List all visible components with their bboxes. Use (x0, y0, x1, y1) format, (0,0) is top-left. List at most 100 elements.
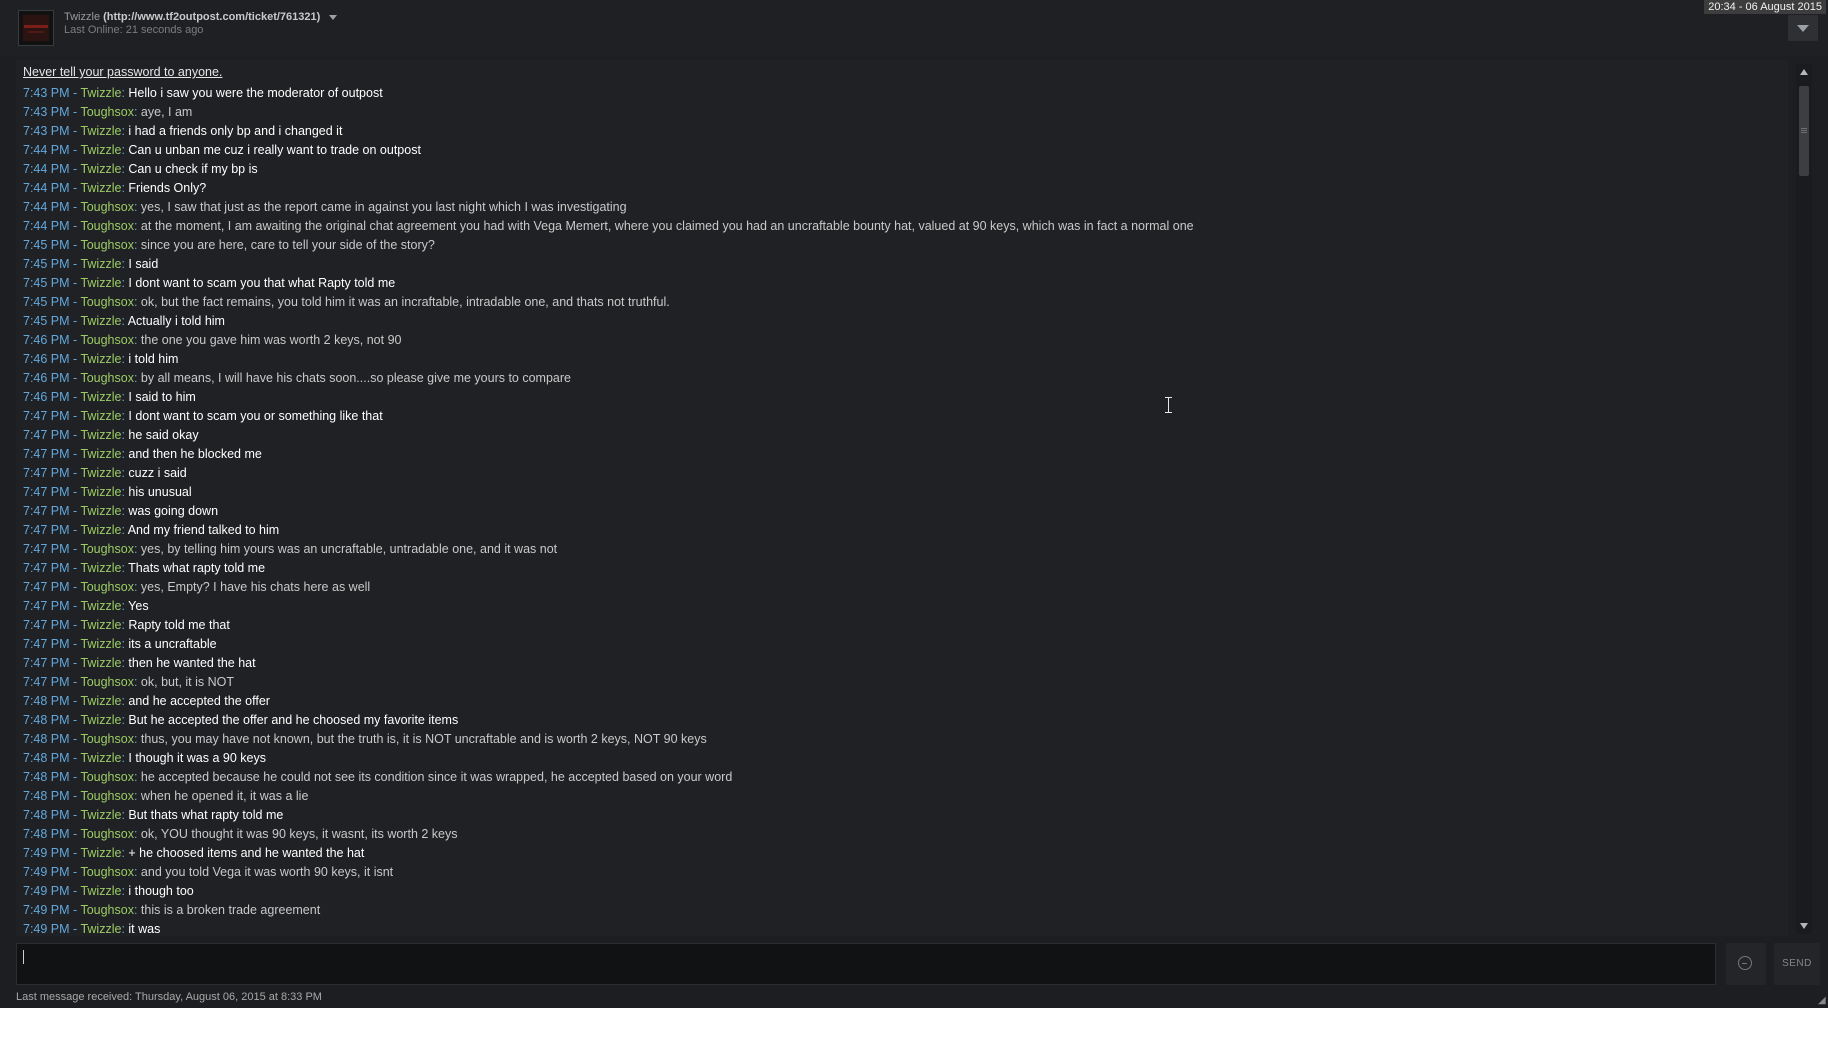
message-separator: - (69, 922, 81, 936)
chat-message: 7:48 PM - Twizzle: and he accepted the o… (23, 692, 1788, 711)
message-separator: - (69, 523, 81, 537)
chat-message: 7:45 PM - Twizzle: I said (23, 255, 1788, 274)
message-speaker: Toughsox (80, 770, 134, 784)
scroll-down-button[interactable] (1796, 918, 1812, 934)
chat-message: 7:47 PM - Twizzle: Yes (23, 597, 1788, 616)
chat-message: 7:48 PM - Twizzle: I though it was a 90 … (23, 749, 1788, 768)
message-separator: - (69, 675, 81, 689)
chat-message: 7:47 PM - Toughsox: ok, but, it is NOT (23, 673, 1788, 692)
message-time: 7:46 PM (23, 371, 70, 385)
chat-message: 7:46 PM - Toughsox: by all means, I will… (23, 369, 1788, 388)
message-speaker: Twizzle (80, 352, 122, 366)
message-separator: - (69, 884, 81, 898)
message-speaker: Toughsox (80, 865, 134, 879)
message-separator: - (69, 352, 81, 366)
message-separator: - (69, 181, 81, 195)
message-speaker: Twizzle (80, 618, 122, 632)
message-time: 7:47 PM (23, 428, 70, 442)
message-speaker: Toughsox (80, 333, 134, 347)
message-time: 7:48 PM (23, 827, 70, 841)
avatar[interactable] (18, 10, 54, 46)
message-separator: - (69, 903, 81, 917)
message-text: then he wanted the hat (128, 656, 256, 670)
message-time: 7:45 PM (23, 276, 70, 290)
message-colon: : (133, 371, 141, 385)
message-time: 7:45 PM (23, 314, 70, 328)
message-time: 7:46 PM (23, 333, 70, 347)
friend-url: (http://www.tf2outpost.com/ticket/761321… (103, 11, 321, 23)
chat-message: 7:48 PM - Twizzle: But thats what rapty … (23, 806, 1788, 825)
friend-name[interactable]: Twizzle (http://www.tf2outpost.com/ticke… (64, 11, 338, 23)
message-text: yes, Empty? I have his chats here as wel… (140, 580, 371, 594)
message-time: 7:47 PM (23, 637, 70, 651)
message-text: was going down (128, 504, 219, 518)
message-separator: - (69, 732, 81, 746)
scroll-up-button[interactable] (1796, 64, 1812, 80)
message-separator: - (69, 219, 81, 233)
message-list: 7:43 PM - Twizzle: Hello i saw you were … (23, 84, 1788, 936)
emoticon-button[interactable] (1726, 943, 1766, 985)
message-colon: : (133, 542, 141, 556)
message-colon: : (133, 580, 141, 594)
message-speaker: Twizzle (80, 428, 122, 442)
chat-message: 7:44 PM - Toughsox: at the moment, I am … (23, 217, 1788, 236)
chat-scrollbar[interactable] (1796, 64, 1812, 934)
message-speaker: Twizzle (80, 466, 122, 480)
message-text: I said to him (128, 390, 196, 404)
chat-options-button[interactable] (1788, 15, 1818, 41)
message-text: he said okay (128, 428, 199, 442)
message-time: 7:46 PM (23, 390, 70, 404)
message-speaker: Toughsox (80, 675, 134, 689)
message-time: 7:48 PM (23, 694, 70, 708)
avatar-image (23, 15, 49, 41)
message-speaker: Twizzle (80, 390, 122, 404)
message-time: 7:44 PM (23, 200, 70, 214)
message-text: I dont want to scam you that what Rapty … (128, 276, 396, 290)
message-text: Rapty told me that (128, 618, 230, 632)
chat-message: 7:46 PM - Toughsox: the one you gave him… (23, 331, 1788, 350)
message-text: the one you gave him was worth 2 keys, n… (140, 333, 402, 347)
message-colon: : (133, 865, 141, 879)
chat-log[interactable]: Never tell your password to anyone. 7:43… (16, 60, 1788, 936)
message-speaker: Twizzle (80, 447, 122, 461)
message-time: 7:47 PM (23, 656, 70, 670)
chat-message: 7:47 PM - Twizzle: I dont want to scam y… (23, 407, 1788, 426)
message-speaker: Twizzle (80, 884, 122, 898)
message-speaker: Toughsox (80, 105, 134, 119)
chat-message: 7:47 PM - Twizzle: his unusual (23, 483, 1788, 502)
chat-message: 7:47 PM - Twizzle: its a uncraftable (23, 635, 1788, 654)
message-text: cuzz i said (128, 466, 187, 480)
chat-message: 7:47 PM - Toughsox: yes, by telling him … (23, 540, 1788, 559)
message-separator: - (69, 276, 81, 290)
chat-message: 7:43 PM - Twizzle: Hello i saw you were … (23, 84, 1788, 103)
message-separator: - (69, 314, 81, 328)
message-separator: - (69, 143, 81, 157)
message-time: 7:49 PM (23, 922, 70, 936)
scrollbar-thumb[interactable] (1799, 86, 1809, 176)
resize-grip-icon[interactable]: ◢ (1818, 996, 1828, 1006)
message-speaker: Twizzle (80, 504, 122, 518)
message-text: since you are here, care to tell your si… (140, 238, 435, 252)
message-speaker: Twizzle (80, 162, 122, 176)
chat-message: 7:47 PM - Twizzle: and then he blocked m… (23, 445, 1788, 464)
message-input[interactable] (16, 943, 1716, 985)
send-button[interactable]: SEND (1774, 943, 1820, 985)
chat-message: 7:49 PM - Twizzle: it was (23, 920, 1788, 936)
message-time: 7:47 PM (23, 542, 70, 556)
message-text: yes, by telling him yours was an uncraft… (140, 542, 558, 556)
message-colon: : (133, 789, 141, 803)
chevron-down-icon[interactable] (329, 14, 338, 20)
message-text: Yes (128, 599, 149, 613)
message-colon: : (133, 238, 141, 252)
message-time: 7:44 PM (23, 143, 70, 157)
last-message-received: Last message received: Thursday, August … (16, 991, 322, 1003)
message-text: its a uncraftable (128, 637, 217, 651)
message-colon: : (133, 105, 141, 119)
message-time: 7:47 PM (23, 409, 70, 423)
chat-message: 7:47 PM - Twizzle: was going down (23, 502, 1788, 521)
message-colon: : (133, 675, 141, 689)
message-separator: - (69, 846, 81, 860)
message-separator: - (69, 599, 81, 613)
message-text: But he accepted the offer and he choosed… (128, 713, 459, 727)
message-separator: - (69, 409, 81, 423)
